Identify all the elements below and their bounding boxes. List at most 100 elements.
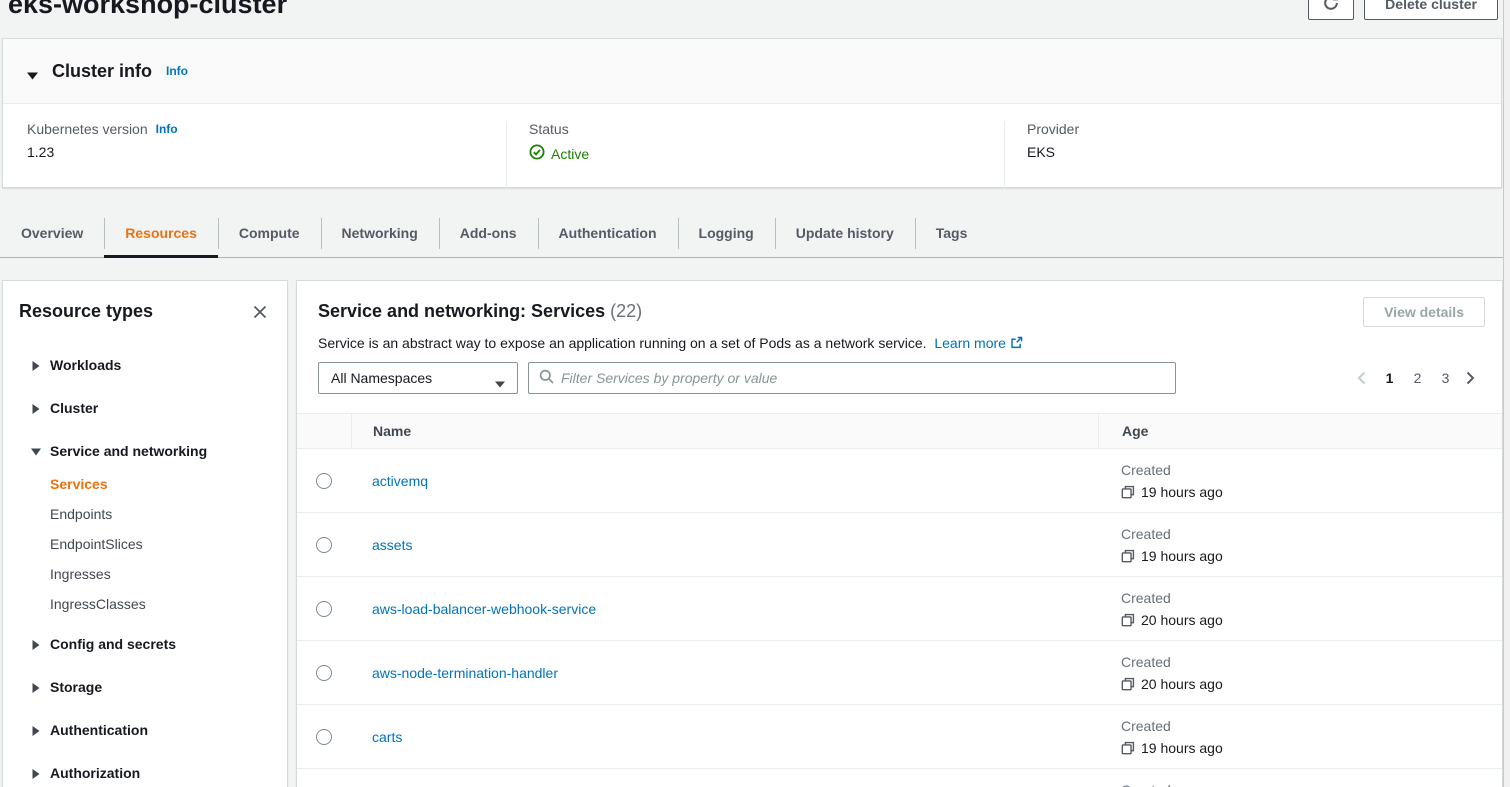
service-link[interactable]: aws-load-balancer-webhook-service xyxy=(372,601,596,617)
sidebar-item-ingressclasses[interactable]: IngressClasses xyxy=(3,589,287,619)
search-box xyxy=(528,362,1176,394)
namespace-select-value: All Namespaces xyxy=(331,370,432,386)
service-link[interactable]: aws-node-termination-handler xyxy=(372,665,558,681)
tab-compute[interactable]: Compute xyxy=(218,210,321,257)
age-value: 20 hours ago xyxy=(1121,611,1502,629)
row-age-cell: Created19 hours ago xyxy=(1098,513,1502,576)
service-link[interactable]: carts xyxy=(372,729,402,745)
learn-more-link[interactable]: Learn more xyxy=(934,335,1023,351)
row-age-cell: Created19 hours ago xyxy=(1098,705,1502,768)
row-select-cell xyxy=(297,577,351,640)
kubernetes-version-info-link[interactable]: Info xyxy=(156,122,178,136)
row-name-cell: carts xyxy=(351,705,1098,768)
sidebar-item-endpoints[interactable]: Endpoints xyxy=(3,499,287,529)
table-row-assets: assets Created19 hours ago xyxy=(297,513,1502,577)
field-provider: Provider EKS xyxy=(1004,121,1501,188)
sidebar-group-cluster[interactable]: Cluster xyxy=(3,387,287,430)
caret-right-icon xyxy=(31,769,41,779)
sidebar-group-storage[interactable]: Storage xyxy=(3,666,287,709)
row-name-cell: aws-node-termination-handler xyxy=(351,641,1098,704)
tab-logging[interactable]: Logging xyxy=(678,210,775,257)
caret-right-icon xyxy=(31,361,41,371)
page-1[interactable]: 1 xyxy=(1382,370,1397,386)
sidebar-group-label: Storage xyxy=(50,677,102,698)
created-label: Created xyxy=(1121,781,1502,787)
tab-add-ons[interactable]: Add-ons xyxy=(439,210,538,257)
table-row-aws-node-termination-handler: aws-node-termination-handler Created 20 ho… xyxy=(297,641,1502,705)
service-link[interactable]: activemq xyxy=(372,473,428,489)
scrollbar[interactable] xyxy=(1503,0,1510,787)
tab-tags[interactable]: Tags xyxy=(915,210,989,257)
age-value: 20 hours ago xyxy=(1121,675,1502,693)
row-radio[interactable] xyxy=(316,665,332,681)
search-input[interactable] xyxy=(561,370,1165,386)
sidebar-group-label: Workloads xyxy=(50,355,121,376)
sidebar-item-services[interactable]: Services xyxy=(3,469,287,499)
sidebar-group-authentication[interactable]: Authentication xyxy=(3,709,287,752)
copy-icon[interactable] xyxy=(1121,549,1135,563)
sidebar-group-label: Authorization xyxy=(50,763,140,784)
cluster-info-header[interactable]: Cluster info Info xyxy=(3,39,1501,104)
caret-right-icon xyxy=(31,404,41,414)
tab-update-history[interactable]: Update history xyxy=(775,210,915,257)
age-value: 19 hours ago xyxy=(1121,547,1502,565)
cluster-info-info-link[interactable]: Info xyxy=(166,64,188,78)
age-column-header: Age xyxy=(1098,414,1502,448)
provider-label: Provider xyxy=(1027,121,1079,137)
table-header: Name Age xyxy=(297,413,1502,449)
tab-overview[interactable]: Overview xyxy=(0,210,104,257)
row-name-cell: assets xyxy=(351,513,1098,576)
namespace-select[interactable]: All Namespaces xyxy=(318,362,518,394)
copy-icon[interactable] xyxy=(1121,485,1135,499)
sidebar-group-label: Config and secrets xyxy=(50,634,176,655)
view-details-button[interactable]: View details xyxy=(1363,297,1485,327)
cluster-info-title: Cluster info xyxy=(52,61,152,82)
tab-authentication[interactable]: Authentication xyxy=(538,210,678,257)
page-numbers: 123 xyxy=(1382,370,1453,386)
tab-networking[interactable]: Networking xyxy=(321,210,439,257)
sidebar-group-label: Authentication xyxy=(50,720,148,741)
copy-icon[interactable] xyxy=(1121,677,1135,691)
sidebar-item-ingresses[interactable]: Ingresses xyxy=(3,559,287,589)
age-text: 20 hours ago xyxy=(1141,611,1223,629)
created-label: Created xyxy=(1121,653,1502,671)
resource-types-sidebar: Resource types WorkloadsClusterService a… xyxy=(2,280,288,787)
sidebar-group-workloads[interactable]: Workloads xyxy=(3,344,287,387)
page-3[interactable]: 3 xyxy=(1438,370,1453,386)
row-radio[interactable] xyxy=(316,601,332,617)
row-radio[interactable] xyxy=(316,537,332,553)
close-icon[interactable] xyxy=(251,303,269,321)
copy-icon[interactable] xyxy=(1121,613,1135,627)
row-radio[interactable] xyxy=(316,729,332,745)
age-text: 20 hours ago xyxy=(1141,675,1223,693)
delete-cluster-button[interactable]: Delete cluster xyxy=(1364,0,1498,20)
row-name-cell: aws-load-balancer-webhook-service xyxy=(351,577,1098,640)
copy-icon[interactable] xyxy=(1121,741,1135,755)
page-2[interactable]: 2 xyxy=(1410,370,1425,386)
sidebar-group-config-and-secrets[interactable]: Config and secrets xyxy=(3,623,287,666)
age-text: 19 hours ago xyxy=(1141,739,1223,757)
resource-tree: Workloads Cluster Service and networkingSe… xyxy=(3,344,287,787)
refresh-icon xyxy=(1322,0,1340,15)
services-description: Service is an abstract way to expose an … xyxy=(318,335,1502,351)
caret-down-icon xyxy=(31,447,41,457)
external-link-icon xyxy=(1010,336,1023,349)
field-kubernetes-version: Kubernetes version Info 1.23 xyxy=(3,121,506,188)
row-radio[interactable] xyxy=(316,473,332,489)
page-title: eks-workshop-cluster xyxy=(8,0,287,21)
chevron-left-icon[interactable] xyxy=(1357,371,1369,385)
age-text: 19 hours ago xyxy=(1141,483,1223,501)
sidebar-group-service-and-networking[interactable]: Service and networking xyxy=(3,430,287,473)
caret-right-icon xyxy=(31,726,41,736)
caret-right-icon xyxy=(31,683,41,693)
sidebar-group-authorization[interactable]: Authorization xyxy=(3,752,287,787)
sidebar-group-label: Cluster xyxy=(50,398,98,419)
services-count: (22) xyxy=(610,301,642,321)
sidebar-item-endpointslices[interactable]: EndpointSlices xyxy=(3,529,287,559)
chevron-right-icon[interactable] xyxy=(1466,371,1478,385)
collapse-caret-icon[interactable] xyxy=(27,67,38,75)
kubernetes-version-label: Kubernetes version xyxy=(27,121,148,137)
service-link[interactable]: assets xyxy=(372,537,412,553)
tab-resources[interactable]: Resources xyxy=(104,210,218,257)
refresh-button[interactable] xyxy=(1308,0,1354,20)
